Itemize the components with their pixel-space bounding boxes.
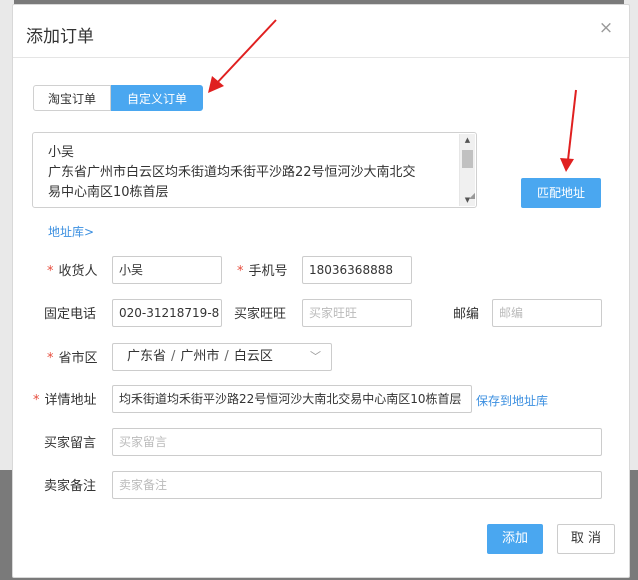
seller-note-input[interactable]: 卖家备注 xyxy=(112,471,602,499)
required-mark: * xyxy=(237,264,244,279)
address-paste-textarea[interactable]: 小吴 广东省广州市白云区均禾街道均禾街平沙路22号恒河沙大南北交 易中心南区10… xyxy=(32,132,477,208)
required-mark: * xyxy=(33,393,40,408)
mobile-input[interactable]: 18036368888 xyxy=(302,256,412,284)
save-to-address-book-link[interactable]: 保存到地址库 xyxy=(476,392,548,409)
paste-line-address: 广东省广州市白云区均禾街道均禾街平沙路22号恒河沙大南北交 xyxy=(48,165,416,180)
tab-custom-order[interactable]: 自定义订单 xyxy=(111,85,203,111)
scroll-up-icon[interactable]: ▲ xyxy=(460,134,475,146)
receiver-input[interactable]: 小吴 xyxy=(112,256,222,284)
match-address-button[interactable]: 匹配地址 xyxy=(521,178,601,208)
seller-note-label: 卖家备注 xyxy=(44,479,97,494)
tab-taobao-order[interactable]: 淘宝订单 xyxy=(33,85,111,111)
buyer-message-label: 买家留言 xyxy=(44,436,97,451)
paste-line-name: 小吴 xyxy=(48,145,75,160)
wangwang-label: 买家旺旺 xyxy=(234,307,287,322)
detail-address-input[interactable]: 均禾街道均禾街平沙路22号恒河沙大南北交易中心南区10栋首层 xyxy=(112,385,472,413)
dialog-header: 添加订单 × xyxy=(13,5,629,58)
cancel-button[interactable]: 取 消 xyxy=(557,524,615,554)
region-separator: / xyxy=(171,349,176,364)
phone-input[interactable]: 020-31218719-8 xyxy=(112,299,222,327)
postcode-input[interactable]: 邮编 xyxy=(492,299,602,327)
scroll-thumb[interactable] xyxy=(462,150,473,168)
address-book-link[interactable]: 地址库> xyxy=(48,223,94,240)
chevron-down-icon: ﹀ xyxy=(310,350,321,363)
add-order-dialog: 添加订单 × 淘宝订单 自定义订单 小吴 广东省广州市白云区均禾街道均禾街平沙路… xyxy=(12,4,630,578)
region-separator: / xyxy=(224,349,229,364)
postcode-label: 邮编 xyxy=(453,307,480,322)
city-value: 广州市 xyxy=(180,349,220,364)
order-type-tabs: 淘宝订单 自定义订单 xyxy=(33,85,203,111)
buyer-message-input[interactable]: 买家留言 xyxy=(112,428,602,456)
resize-grip-icon[interactable]: ◢ xyxy=(469,186,475,206)
required-mark: * xyxy=(47,264,54,279)
detail-address-label: * 详情地址 xyxy=(33,393,97,408)
required-mark: * xyxy=(47,351,54,366)
wangwang-input[interactable]: 买家旺旺 xyxy=(302,299,412,327)
province-value: 广东省 xyxy=(127,349,167,364)
add-button[interactable]: 添加 xyxy=(487,524,543,554)
mobile-label: * 手机号 xyxy=(237,264,288,279)
close-icon[interactable]: × xyxy=(597,19,615,37)
region-select[interactable]: 广东省 / 广州市 / 白云区 ﹀ xyxy=(112,343,332,371)
receiver-label: * 收货人 xyxy=(47,264,98,279)
district-value: 白云区 xyxy=(233,349,273,364)
dialog-title: 添加订单 xyxy=(26,27,94,47)
region-label: * 省市区 xyxy=(47,351,98,366)
phone-label: 固定电话 xyxy=(44,307,97,322)
paste-line-address-cont: 易中心南区10栋首层 xyxy=(48,185,169,200)
